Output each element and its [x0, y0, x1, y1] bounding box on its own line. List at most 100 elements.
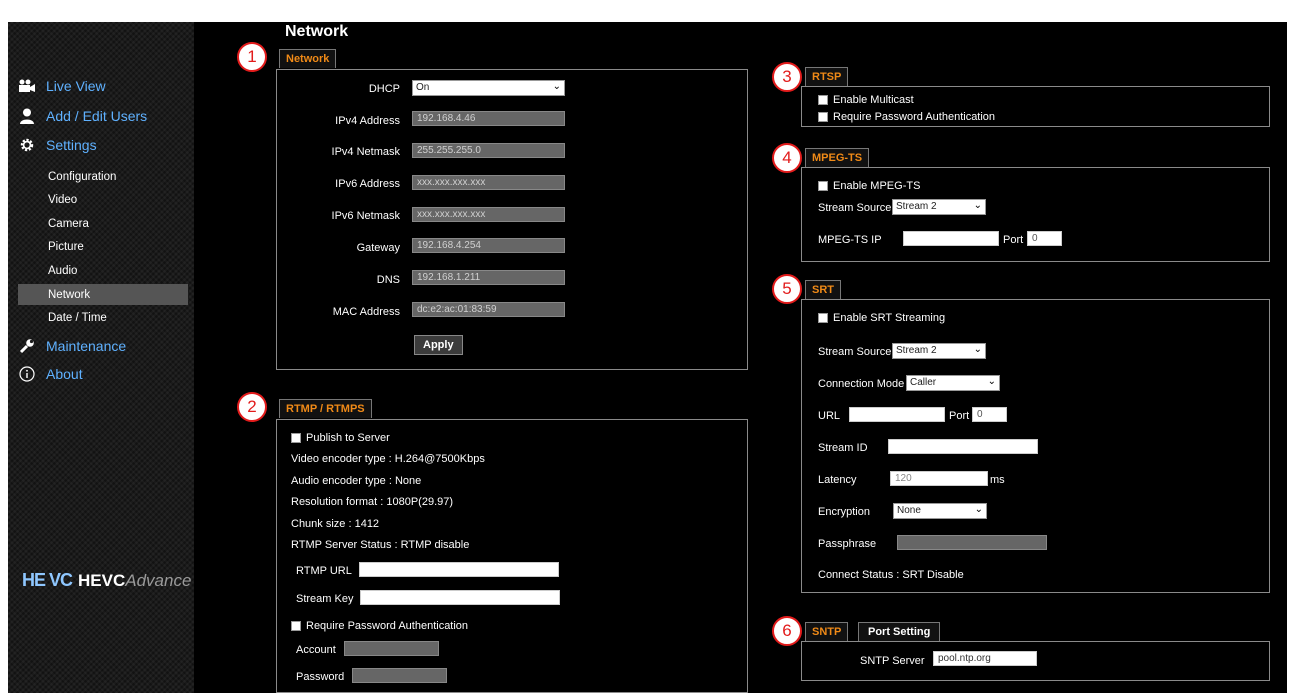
encryption-value: None	[897, 505, 921, 516]
nav-configuration[interactable]: Configuration	[48, 171, 116, 183]
latency-label: Latency	[818, 474, 857, 486]
tab-rtsp[interactable]: RTSP	[805, 67, 849, 86]
rtmp-require-auth-checkbox[interactable]: Require Password Authentication	[291, 620, 468, 632]
account-label: Account	[296, 644, 336, 656]
ipv4-address-field[interactable]: 192.168.4.46	[412, 111, 565, 126]
ipv4-address-label: IPv4 Address	[335, 115, 400, 127]
chevron-down-icon: ⌄	[552, 81, 561, 92]
tab-rtmp[interactable]: RTMP / RTMPS	[279, 399, 372, 418]
user-icon	[18, 107, 36, 125]
connection-mode-value: Caller	[910, 377, 937, 388]
nav-live-view[interactable]: Live View	[18, 77, 106, 95]
sidebar: Live View Add / Edit Users Settings Conf…	[8, 22, 194, 693]
nav-camera[interactable]: Camera	[48, 218, 89, 230]
stream-id-label: Stream ID	[818, 442, 868, 454]
checkbox-box	[818, 95, 828, 105]
mac-address-field[interactable]: dc:e2:ac:01:83:59	[412, 302, 565, 317]
mpegts-port-label: Port	[1003, 234, 1024, 246]
video-encoder-type: Video encoder type : H.264@7500Kbps	[291, 453, 485, 465]
publish-to-server-checkbox[interactable]: Publish to Server	[291, 432, 390, 444]
dhcp-select[interactable]: On ⌄	[412, 80, 565, 96]
ipv6-netmask-field[interactable]: xxx.xxx.xxx.xxx	[412, 207, 565, 222]
nav-add-edit-users-label: Add / Edit Users	[46, 108, 148, 124]
dhcp-label: DHCP	[368, 83, 400, 95]
encryption-label: Encryption	[818, 506, 870, 518]
mpegts-ip-input[interactable]	[903, 231, 999, 246]
sntp-server-label: SNTP Server	[860, 655, 925, 667]
srt-connect-status: Connect Status : SRT Disable	[818, 569, 964, 581]
ipv6-address-field[interactable]: xxx.xxx.xxx.xxx	[412, 175, 565, 190]
enable-srt-label: Enable SRT Streaming	[833, 312, 946, 324]
logo-name-suffix: Advance	[125, 570, 192, 590]
checkbox-box	[291, 621, 301, 631]
mac-address-label: MAC Address	[332, 306, 400, 318]
dns-label: DNS	[376, 274, 400, 286]
callout-2: 2	[237, 392, 267, 422]
gateway-field[interactable]: 192.168.4.254	[412, 238, 565, 253]
connection-mode-select[interactable]: Caller ⌄	[906, 375, 1000, 391]
logo-name: HEVC	[78, 570, 126, 590]
callout-3: 3	[772, 62, 802, 92]
nav-video[interactable]: Video	[48, 194, 77, 206]
tab-srt[interactable]: SRT	[805, 280, 841, 299]
checkbox-box	[818, 181, 828, 191]
tab-mpegts[interactable]: MPEG-TS	[805, 148, 870, 167]
tab-network[interactable]: Network	[279, 49, 337, 68]
passphrase-label: Passphrase	[818, 538, 877, 550]
nav-maintenance[interactable]: Maintenance	[18, 337, 126, 355]
dhcp-value: On	[416, 82, 430, 93]
password-input[interactable]	[352, 668, 447, 683]
nav-selected-highlight	[18, 284, 188, 305]
mpegts-stream-source-label: Stream Source	[818, 202, 892, 214]
nav-settings[interactable]: Settings	[18, 136, 97, 154]
rtmp-url-label: RTMP URL	[296, 565, 352, 577]
nav-audio[interactable]: Audio	[48, 265, 77, 277]
enable-multicast-checkbox[interactable]: Enable Multicast	[818, 94, 914, 106]
wrench-icon	[18, 337, 36, 355]
srt-url-input[interactable]	[849, 407, 945, 422]
enable-mpegts-label: Enable MPEG-TS	[833, 180, 921, 192]
account-input[interactable]	[344, 641, 439, 656]
nav-network[interactable]: Network	[48, 289, 90, 301]
srt-stream-source-select[interactable]: Stream 2 ⌄	[892, 343, 986, 359]
nav-about[interactable]: About	[18, 365, 83, 383]
callout-4: 4	[772, 143, 802, 173]
ipv4-netmask-field[interactable]: 255.255.255.0	[412, 143, 565, 158]
publish-to-server-label: Publish to Server	[306, 432, 390, 444]
tab-sntp[interactable]: SNTP	[805, 622, 849, 641]
sntp-server-input[interactable]: pool.ntp.org	[933, 651, 1037, 666]
srt-port-label: Port	[949, 410, 970, 422]
ipv6-netmask-label: IPv6 Netmask	[331, 210, 400, 222]
srt-port-input[interactable]: 0	[972, 407, 1007, 422]
encryption-select[interactable]: None ⌄	[893, 503, 987, 519]
rtsp-require-auth-checkbox[interactable]: Require Password Authentication	[818, 111, 995, 123]
latency-input[interactable]: 120	[890, 471, 988, 486]
nav-date-time[interactable]: Date / Time	[48, 312, 107, 324]
enable-srt-checkbox[interactable]: Enable SRT Streaming	[818, 312, 945, 324]
tab-port-setting[interactable]: Port Setting	[858, 622, 941, 641]
mpegts-port-input[interactable]: 0	[1027, 231, 1062, 246]
gateway-label: Gateway	[356, 242, 400, 254]
rtmp-require-auth-label: Require Password Authentication	[306, 620, 469, 632]
logo-mark: HE VC	[22, 570, 73, 590]
mpegts-ip-label: MPEG-TS IP	[818, 234, 882, 246]
callout-5: 5	[772, 274, 802, 304]
dns-field[interactable]: 192.168.1.211	[412, 270, 565, 285]
info-icon	[18, 365, 36, 383]
checkbox-box	[291, 433, 301, 443]
srt-stream-source-label: Stream Source	[818, 346, 892, 358]
latency-unit: ms	[990, 474, 1005, 486]
enable-mpegts-checkbox[interactable]: Enable MPEG-TS	[818, 180, 920, 192]
mpegts-stream-source-select[interactable]: Stream 2 ⌄	[892, 199, 986, 215]
apply-button[interactable]: Apply	[414, 335, 463, 355]
nav-picture[interactable]: Picture	[48, 241, 84, 253]
connection-mode-label: Connection Mode	[818, 378, 905, 390]
nav-add-edit-users[interactable]: Add / Edit Users	[18, 107, 147, 125]
callout-6: 6	[772, 616, 802, 646]
stream-key-input[interactable]	[360, 590, 560, 605]
rtmp-url-input[interactable]	[359, 562, 559, 577]
chevron-down-icon: ⌄	[973, 200, 982, 211]
stream-id-input[interactable]	[888, 439, 1038, 454]
chevron-down-icon: ⌄	[973, 344, 982, 355]
passphrase-input[interactable]	[897, 535, 1047, 550]
